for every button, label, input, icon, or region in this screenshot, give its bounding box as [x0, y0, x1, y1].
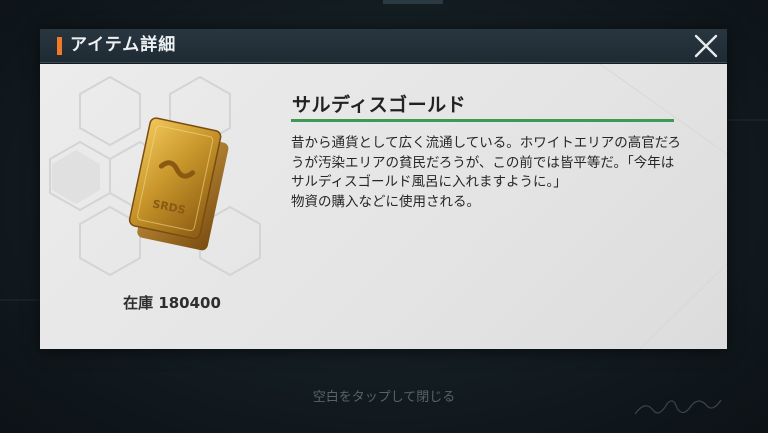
- item-detail-dialog: アイテム詳細 SRDS 在庫 180400 サルディスゴールド 昔から通貨として…: [40, 29, 727, 349]
- signature-mark: [634, 399, 722, 415]
- gold-bar-icon: SRDS: [128, 117, 229, 251]
- item-detail-panel: SRDS 在庫 180400 サルディスゴールド 昔から通貨として広く流通してい…: [40, 64, 727, 349]
- title-accent-bar: [57, 37, 62, 55]
- item-description: 昔から通貨として広く流通している。ホワイトエリアの高官だろうが汚染エリアの貧民だ…: [291, 135, 681, 210]
- item-name-underline: [291, 119, 674, 122]
- close-icon: [694, 34, 718, 58]
- close-button[interactable]: [692, 32, 720, 60]
- stock-label: 在庫: [123, 294, 154, 312]
- stock-count: 在庫 180400: [102, 292, 242, 313]
- dialog-title: アイテム詳細: [70, 35, 177, 55]
- item-name: サルディスゴールド: [292, 94, 467, 116]
- dialog-titlebar: アイテム詳細: [40, 29, 727, 63]
- stock-value: 180400: [158, 294, 221, 312]
